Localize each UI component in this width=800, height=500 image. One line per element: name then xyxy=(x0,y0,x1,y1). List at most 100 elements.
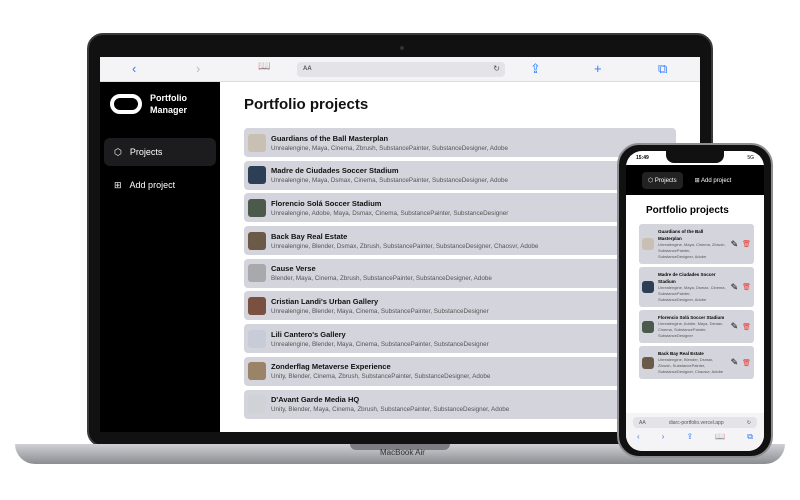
project-row[interactable]: Zonderflag Metaverse Experience Unity, Bl… xyxy=(244,356,676,386)
reader-aa[interactable]: AA xyxy=(303,66,312,72)
project-thumbnail xyxy=(642,320,654,333)
project-row[interactable]: Madre de Ciudades Soccer Stadium Unrealen… xyxy=(639,267,754,307)
project-title: Guardians of the Ball Masterplan xyxy=(658,229,704,241)
project-thumbnail xyxy=(248,329,266,348)
project-title: Cristian Landi's Urban Gallery xyxy=(271,296,379,306)
forward-button[interactable]: › xyxy=(662,432,665,442)
phone-toolbar: ‹ › ⇪ 📖 ⧉ xyxy=(626,432,764,442)
project-thumbnail xyxy=(248,133,266,152)
back-button[interactable]: ‹ xyxy=(637,432,640,442)
project-tags: Blender, Maya, Cinema, Zbrush, Substance… xyxy=(271,275,492,283)
project-title: Florencio Solá Soccer Stadium xyxy=(658,315,725,320)
project-tags: Unity, Blender, Maya, Cinema, Zbrush, Su… xyxy=(271,406,510,413)
edit-icon[interactable]: ✎ xyxy=(731,239,739,250)
reload-icon[interactable]: ↻ xyxy=(493,64,500,73)
add-grid-icon: ⊞ xyxy=(694,177,700,184)
cube-icon: ⬡ xyxy=(648,177,654,184)
phone-nav: ⬡ Projects ⊞ Add project xyxy=(626,165,764,195)
phone-notch xyxy=(666,151,724,163)
phone-nav-add-project[interactable]: ⊞ Add project xyxy=(695,177,732,184)
bookmarks-icon[interactable]: 📖 xyxy=(715,432,725,442)
laptop-label: MacBook Air xyxy=(380,448,425,457)
phone-address-bar[interactable]: AA diarc-portfolio.vercel.app ↻ xyxy=(633,417,757,428)
camera xyxy=(400,46,404,50)
project-thumbnail xyxy=(248,395,266,413)
project-row[interactable]: Guardians of the Ball Masterplan Unrealen… xyxy=(244,128,676,157)
project-title: Cause Verse xyxy=(271,264,316,274)
browser-toolbar: ‹ › 📖 AA ↻ ⇪ + ⧉ xyxy=(100,57,700,82)
project-row[interactable]: Florencio Solá Soccer Stadium Unrealengin… xyxy=(244,193,676,223)
share-icon[interactable]: ⇪ xyxy=(530,61,541,77)
delete-icon[interactable]: 🗑 xyxy=(742,240,751,248)
project-thumbnail xyxy=(248,362,266,381)
project-thumbnail xyxy=(248,198,266,217)
nav-label: Add project xyxy=(129,180,176,190)
edit-icon[interactable]: ✎ xyxy=(731,357,739,368)
project-title: D'Avant Garde Media HQ xyxy=(271,395,360,404)
project-row[interactable]: Madre de Ciudades Soccer Stadium Unrealen… xyxy=(244,160,676,190)
add-grid-icon: ⊞ xyxy=(114,179,122,190)
project-title: Madre de Ciudades Soccer Stadium xyxy=(658,272,716,284)
phone-screen: 15:49 5G ⬡ Projects ⊞ Add project Portfol… xyxy=(626,151,764,451)
logo-icon xyxy=(110,94,142,114)
project-thumbnail xyxy=(248,231,266,250)
delete-icon[interactable]: 🗑 xyxy=(742,359,751,367)
project-tags: Unrealengine, Maya, Dsmax, Cinema, Subst… xyxy=(271,177,508,185)
app-logo[interactable]: Portfolio Manager xyxy=(110,92,187,116)
cube-icon: ⬡ xyxy=(114,146,122,157)
nav-label: Projects xyxy=(654,177,677,184)
phone-frame: 15:49 5G ⬡ Projects ⊞ Add project Portfol… xyxy=(617,143,773,458)
phone-project-list: Guardians of the Ball Masterplan Unrealen… xyxy=(626,224,764,379)
app-name-2: Manager xyxy=(150,105,188,115)
project-title: Florencio Solá Soccer Stadium xyxy=(271,198,382,208)
reader-aa[interactable]: AA xyxy=(639,420,646,426)
address-bar[interactable]: AA ↻ xyxy=(297,62,505,77)
project-tags: Unrealengine, Maya, Dsmax, Cinema, Subst… xyxy=(658,285,726,302)
nav-label: Add project xyxy=(700,177,732,184)
project-list: Guardians of the Ball Masterplan Unrealen… xyxy=(244,128,676,419)
new-tab-button[interactable]: + xyxy=(594,61,602,76)
status-signal: 5G xyxy=(747,155,754,161)
project-thumbnail xyxy=(248,264,266,283)
project-tags: Unity, Blender, Cinema, Zbrush, Substanc… xyxy=(271,373,491,381)
reload-icon[interactable]: ↻ xyxy=(747,420,751,426)
edit-icon[interactable]: ✎ xyxy=(731,282,739,293)
project-tags: Unrealengine, Adobe, Maya, Dsmax, Cinema… xyxy=(271,209,509,217)
project-thumbnail xyxy=(642,356,654,369)
phone-browser-bar: AA diarc-portfolio.vercel.app ↻ ‹ › ⇪ 📖 ⧉ xyxy=(626,413,764,451)
project-row[interactable]: Cause Verse Blender, Maya, Cinema, Zbrush… xyxy=(244,258,676,288)
forward-button[interactable]: › xyxy=(196,61,200,76)
project-title: Back Bay Real Estate xyxy=(271,231,348,241)
project-title: Lili Cantero's Gallery xyxy=(271,329,346,339)
project-tags: Unrealengine, Blender, Dsmax, Zbrush, Su… xyxy=(271,242,539,250)
status-time: 15:49 xyxy=(636,155,649,161)
sidebar-item-add-project[interactable]: ⊞ Add project xyxy=(104,171,216,199)
app-name: Portfolio xyxy=(150,93,187,103)
edit-icon[interactable]: ✎ xyxy=(731,321,739,332)
back-button[interactable]: ‹ xyxy=(132,61,136,76)
project-thumbnail xyxy=(248,166,266,185)
project-row[interactable]: D'Avant Garde Media HQ Unity, Blender, Ma… xyxy=(244,389,676,419)
delete-icon[interactable]: 🗑 xyxy=(742,323,751,331)
project-row[interactable]: Cristian Landi's Urban Gallery Unrealengi… xyxy=(244,291,676,321)
delete-icon[interactable]: 🗑 xyxy=(742,283,751,291)
project-row[interactable]: Guardians of the Ball Masterplan Unrealen… xyxy=(639,224,754,264)
sidebar-item-projects[interactable]: ⬡ Projects xyxy=(104,138,216,166)
project-row[interactable]: Lili Cantero's Gallery Unrealengine, Blen… xyxy=(244,324,676,354)
project-thumbnail xyxy=(642,238,654,250)
share-icon[interactable]: ⇪ xyxy=(686,432,693,442)
project-tags: Unrealengine, Adobe, Maya, Dsmax, Cinema… xyxy=(658,321,724,338)
bookmarks-icon[interactable]: 📖 xyxy=(258,61,270,72)
project-row[interactable]: Florencio Solá Soccer Stadium Unrealengin… xyxy=(639,310,754,343)
nav-label: Projects xyxy=(129,147,163,157)
project-tags: Unrealengine, Blender, Maya, Cinema, Sub… xyxy=(271,340,489,348)
project-title: Back Bay Real Estate xyxy=(658,351,704,356)
phone-nav-projects[interactable]: ⬡ Projects xyxy=(642,171,683,189)
tabs-icon[interactable]: ⧉ xyxy=(658,61,667,77)
project-row[interactable]: Back Bay Real Estate Unrealengine, Blende… xyxy=(244,226,676,256)
project-row[interactable]: Back Bay Real Estate Unrealengine, Blende… xyxy=(639,346,754,379)
url-text: diarc-portfolio.vercel.app xyxy=(668,420,724,426)
project-thumbnail xyxy=(642,281,654,293)
tabs-icon[interactable]: ⧉ xyxy=(747,432,753,442)
laptop-screen: ‹ › 📖 AA ↻ ⇪ + ⧉ Portfolio Manager ⬡ Projec… xyxy=(100,57,700,432)
